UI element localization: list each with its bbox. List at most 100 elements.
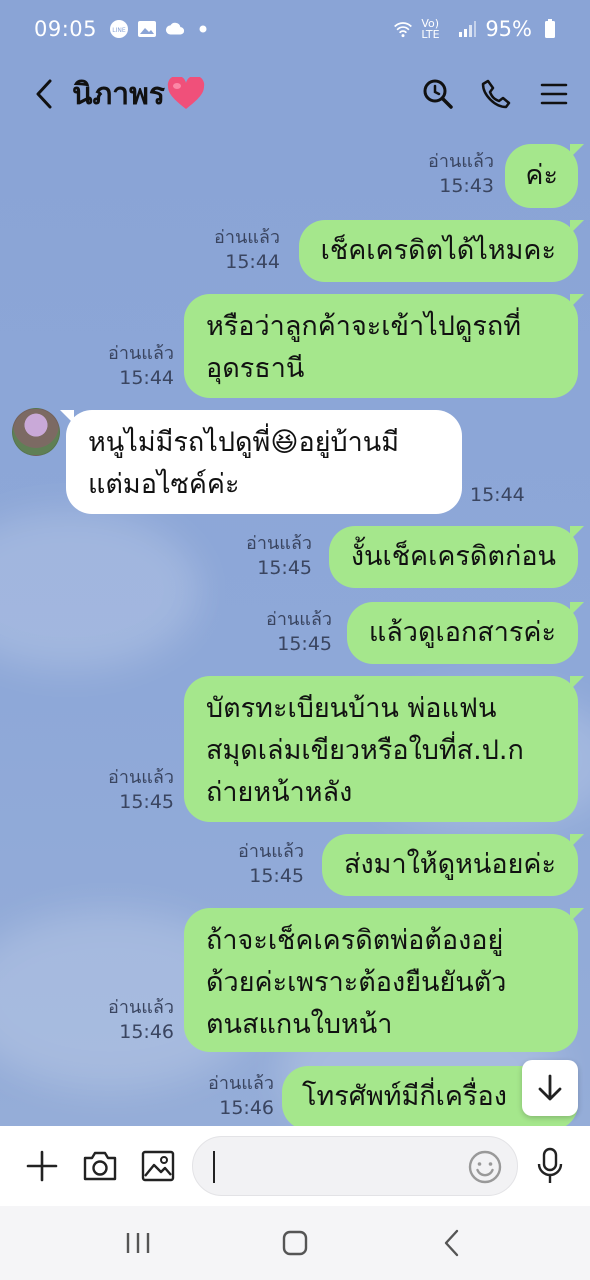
system-back-button[interactable]: [427, 1218, 477, 1268]
chat-header: นิภาพร: [0, 58, 590, 130]
recent-apps-button[interactable]: [113, 1218, 163, 1268]
smiley-icon: [468, 1150, 502, 1184]
voice-message-button[interactable]: [530, 1144, 570, 1188]
message-bubble-outgoing[interactable]: เช็คเครดิตได้ไหมคะ: [298, 220, 584, 282]
message-bubble-outgoing[interactable]: บัตรทะเบียนบ้าน พ่อแฟน สมุดเล่มเขียวหรือ…: [184, 676, 584, 822]
read-receipt: อ่านแล้ว: [214, 227, 280, 248]
message-text: แล้วดูเอกสารค่ะ: [368, 617, 556, 648]
message-time: 15:44: [470, 484, 525, 506]
network-type-label: Vo) LTE: [421, 17, 440, 41]
message-text: ส่งมาให้ดูหน่อยค่ะ: [344, 849, 556, 880]
read-receipt: อ่านแล้ว: [208, 1073, 274, 1094]
menu-icon: [540, 83, 568, 105]
text-cursor: [213, 1151, 215, 1183]
chat-title[interactable]: นิภาพร: [72, 71, 205, 118]
home-button[interactable]: [270, 1218, 320, 1268]
message-bubble-outgoing[interactable]: งั้นเช็คเครดิตก่อน: [328, 526, 584, 588]
message-meta: อ่านแล้ว 15:45: [108, 766, 174, 814]
search-button[interactable]: [420, 76, 456, 112]
read-receipt: อ่านแล้ว: [108, 343, 174, 364]
image-icon: [141, 1150, 175, 1182]
message-input-bar: [0, 1126, 590, 1206]
message-text: เช็คเครดิตได้ไหมคะ: [320, 235, 556, 266]
message-text-line: ถ่ายหน้าหลัง: [206, 777, 353, 808]
dot-icon: [193, 19, 213, 39]
message-meta: อ่านแล้ว 15:44: [214, 226, 280, 274]
battery-percent: 95%: [485, 17, 532, 41]
call-button[interactable]: [478, 76, 514, 112]
recent-apps-icon: [127, 1233, 150, 1253]
message-text-line: บัตรทะเบียนบ้าน พ่อแฟน: [206, 693, 497, 724]
read-receipt: อ่านแล้ว: [108, 997, 174, 1018]
message-time: 15:45: [277, 633, 332, 655]
message-time: 15:43: [439, 175, 494, 197]
read-receipt: อ่านแล้ว: [108, 767, 174, 788]
svg-text:LINE: LINE: [112, 27, 126, 34]
message-text: ค่ะ: [525, 160, 558, 191]
heart-icon: [167, 77, 205, 109]
line-app-icon: LINE: [109, 19, 129, 39]
message-meta: อ่านแล้ว 15:46: [208, 1072, 274, 1120]
message-meta: อ่านแล้ว 15:43: [428, 150, 494, 198]
message-meta: อ่านแล้ว 15:46: [108, 996, 174, 1044]
message-meta: อ่านแล้ว 15:45: [266, 608, 332, 656]
wifi-icon: [393, 19, 413, 39]
message-text-line: สมุดเล่มเขียวหรือใบที่ส.ป.ก: [206, 735, 524, 766]
message-meta: อ่านแล้ว 15:44: [108, 342, 174, 390]
message-time: 15:46: [119, 1021, 174, 1043]
chevron-left-icon: [36, 79, 52, 109]
contact-name: นิภาพร: [72, 76, 166, 112]
message-time: 15:46: [219, 1097, 274, 1119]
read-receipt: อ่านแล้ว: [246, 533, 312, 554]
read-receipt: อ่านแล้ว: [428, 151, 494, 172]
message-bubble-incoming[interactable]: หนูไม่มีรถไปดูพี่😆อยู่บ้านมี แต่มอไซค์ค่…: [60, 410, 462, 514]
message-bubble-outgoing[interactable]: ถ้าจะเช็คเครดิตพ่อต้องอยู่ ด้วยค่ะเพราะต…: [184, 908, 584, 1052]
message-text-line: หรือว่าลูกค้าจะเข้าไปดูรถที่: [206, 311, 522, 342]
message-input[interactable]: [192, 1136, 518, 1196]
gallery-notification-icon: [137, 19, 157, 39]
status-notification-icons: LINE: [109, 19, 213, 39]
add-button[interactable]: [20, 1144, 64, 1188]
message-text-line: ถ้าจะเช็คเครดิตพ่อต้องอยู่: [206, 925, 504, 956]
message-time: 15:44: [119, 367, 174, 389]
cloud-icon: [165, 19, 185, 39]
message-time: 15:45: [249, 865, 304, 887]
battery-icon: [540, 19, 560, 39]
back-button[interactable]: [24, 74, 64, 114]
message-meta: อ่านแล้ว 15:45: [238, 840, 304, 888]
message-bubble-outgoing[interactable]: ค่ะ: [505, 144, 584, 208]
message-text-line: หนูไม่มีรถไปดูพี่😆อยู่บ้านมี: [88, 427, 400, 458]
status-time: 09:05: [34, 17, 98, 41]
signal-icon: [457, 19, 477, 39]
search-icon: [423, 79, 453, 109]
message-text: งั้นเช็คเครดิตก่อน: [350, 541, 556, 572]
message-time: 15:44: [225, 251, 280, 273]
message-meta: อ่านแล้ว 15:45: [246, 532, 312, 580]
menu-button[interactable]: [536, 76, 572, 112]
message-text-line: ตนสแกนใบหน้า: [206, 1009, 393, 1040]
message-time: 15:45: [119, 791, 174, 813]
plus-icon: [26, 1150, 58, 1182]
camera-icon: [83, 1151, 117, 1181]
microphone-icon: [537, 1147, 563, 1183]
read-receipt: อ่านแล้ว: [238, 841, 304, 862]
emoji-button[interactable]: [467, 1149, 503, 1185]
arrow-down-icon: [538, 1074, 562, 1101]
message-bubble-outgoing[interactable]: หรือว่าลูกค้าจะเข้าไปดูรถที่ อุดรธานี: [184, 294, 584, 398]
gallery-button[interactable]: [136, 1144, 180, 1188]
message-text-line: แต่มอไซค์ค่ะ: [88, 469, 240, 500]
message-text-line: อุดรธานี: [206, 353, 305, 384]
scroll-to-bottom-button[interactable]: [522, 1060, 578, 1116]
message-bubble-outgoing[interactable]: แล้วดูเอกสารค่ะ: [346, 602, 584, 664]
message-text: โทรศัพท์มีกี่เครื่อง: [302, 1081, 507, 1112]
message-bubble-outgoing[interactable]: ส่งมาให้ดูหน่อยค่ะ: [322, 834, 584, 896]
system-navigation-bar: [0, 1206, 590, 1280]
camera-button[interactable]: [78, 1144, 122, 1188]
system-back-icon: [444, 1229, 458, 1257]
message-time: 15:45: [257, 557, 312, 579]
message-text-line: ด้วยค่ะเพราะต้องยืนยันตัว: [206, 967, 507, 998]
read-receipt: อ่านแล้ว: [266, 609, 332, 630]
chat-area[interactable]: อ่านแล้ว 15:43 ค่ะ อ่านแล้ว 15:44 เช็คเค…: [0, 130, 590, 1126]
home-icon: [282, 1230, 308, 1256]
contact-avatar[interactable]: [12, 408, 60, 456]
